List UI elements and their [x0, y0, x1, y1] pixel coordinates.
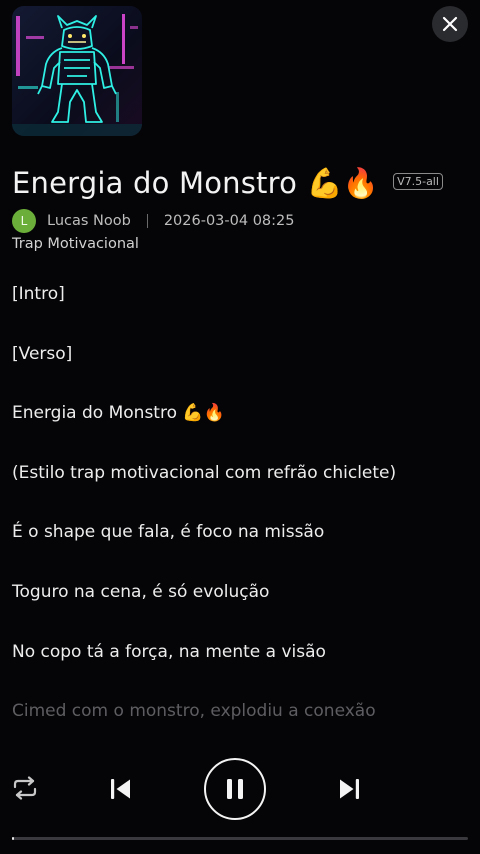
lyric-line: [Verso]	[12, 343, 73, 364]
pause-icon	[227, 779, 243, 799]
lyric-line: [Intro]	[12, 284, 65, 304]
lyric-line: Cimed com o monstro, explodiu a conexão	[12, 701, 376, 722]
lyrics-panel[interactable]: [Intro] [Verso] Energia do Monstro 💪🔥 (E…	[12, 280, 472, 757]
skip-previous-icon	[111, 779, 130, 799]
skip-next-icon	[340, 779, 359, 799]
version-badge: V7.5-all	[393, 173, 443, 190]
close-button[interactable]	[432, 6, 468, 42]
playback-controls	[0, 752, 480, 824]
lyric-line: Toguro na cena, é só evolução	[12, 581, 270, 602]
lyric-line: No copo tá a força, na mente a visão	[12, 641, 326, 662]
author-name[interactable]: Lucas Noob	[47, 213, 131, 229]
previous-button[interactable]	[104, 772, 138, 806]
title-row: Energia do Monstro 💪🔥 V7.5-all	[12, 163, 443, 203]
created-timestamp: 2026-03-04 08:25	[163, 213, 295, 229]
neon-monster-artwork	[12, 6, 142, 136]
song-title: Energia do Monstro 💪🔥	[12, 165, 380, 200]
next-button[interactable]	[332, 772, 366, 806]
repeat-icon	[13, 776, 37, 800]
song-player-screen: Energia do Monstro 💪🔥 V7.5-all L Lucas N…	[0, 0, 480, 854]
lyric-line: (Estilo trap motivacional com refrão chi…	[12, 462, 397, 483]
progress-fill	[12, 837, 15, 840]
lyric-line: É o shape que fala, é foco na missão	[12, 522, 325, 543]
close-icon	[442, 16, 458, 32]
lyric-line: Energia do Monstro 💪🔥	[12, 403, 225, 424]
progress-bar[interactable]	[12, 837, 468, 840]
author-row: L Lucas Noob 2026-03-04 08:25	[12, 208, 295, 234]
pause-button[interactable]	[204, 758, 266, 820]
divider	[146, 214, 148, 228]
genre-tag: Trap Motivacional	[12, 236, 139, 252]
repeat-button[interactable]	[10, 773, 40, 803]
cover-art[interactable]	[12, 6, 142, 136]
avatar[interactable]: L	[12, 209, 36, 233]
